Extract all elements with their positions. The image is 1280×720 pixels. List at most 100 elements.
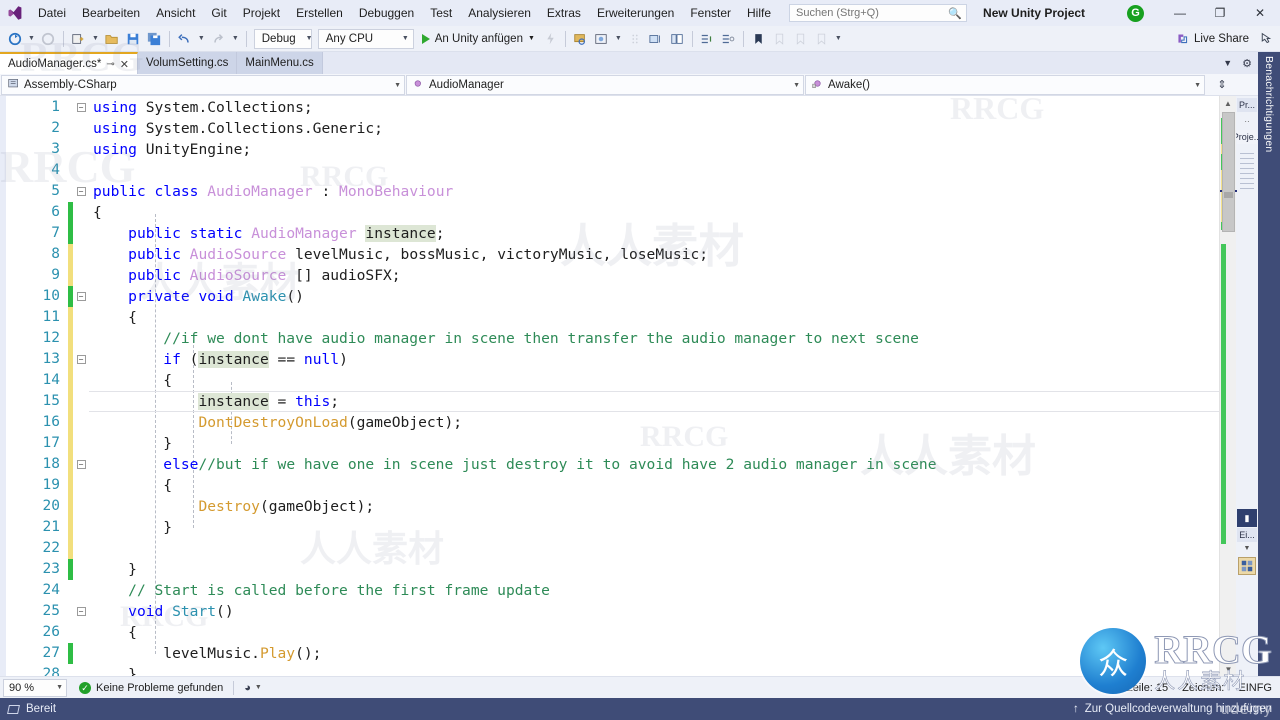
menu-ansicht[interactable]: Ansicht bbox=[148, 1, 203, 25]
menu-analysieren[interactable]: Analysieren bbox=[460, 1, 539, 25]
fold-cell[interactable]: − bbox=[73, 454, 89, 475]
fold-cell[interactable] bbox=[73, 622, 89, 643]
fold-cell[interactable] bbox=[73, 496, 89, 517]
code-line[interactable]: { bbox=[89, 202, 1219, 223]
search-input[interactable] bbox=[796, 5, 947, 21]
zoom-level-combo[interactable]: 90 % ▼ bbox=[3, 678, 67, 697]
code-line[interactable]: if (instance == null) bbox=[89, 349, 1219, 370]
code-line[interactable]: using UnityEngine; bbox=[89, 139, 1219, 160]
fold-cell[interactable] bbox=[73, 370, 89, 391]
fold-cell[interactable]: − bbox=[73, 97, 89, 118]
collapse-icon[interactable]: − bbox=[76, 292, 86, 301]
fold-cell[interactable] bbox=[73, 664, 89, 676]
pin-icon[interactable]: ⊸ bbox=[106, 59, 114, 70]
save-icon[interactable] bbox=[123, 28, 144, 50]
fold-cell[interactable] bbox=[73, 517, 89, 538]
menu-datei[interactable]: Datei bbox=[30, 1, 74, 25]
code-line[interactable]: } bbox=[89, 433, 1219, 454]
code-line[interactable]: public AudioSource [] audioSFX; bbox=[89, 265, 1219, 286]
code-line[interactable]: } bbox=[89, 664, 1219, 676]
fold-cell[interactable] bbox=[73, 559, 89, 580]
vertical-scrollbar[interactable]: ▲ ▼ bbox=[1219, 96, 1237, 676]
intellicode-icon[interactable]: ◕ bbox=[244, 682, 251, 694]
feedback-icon[interactable] bbox=[1255, 28, 1276, 50]
restore-button[interactable]: ❐ bbox=[1200, 0, 1240, 26]
code-line[interactable]: using System.Collections.Generic; bbox=[89, 118, 1219, 139]
code-line[interactable]: using System.Collections; bbox=[89, 97, 1219, 118]
code-line[interactable]: Destroy(gameObject); bbox=[89, 496, 1219, 517]
code-line[interactable]: void Start() bbox=[89, 601, 1219, 622]
save-all-icon[interactable] bbox=[144, 28, 165, 50]
code-line[interactable]: } bbox=[89, 559, 1219, 580]
code-line[interactable]: else//but if we have one in scene just d… bbox=[89, 454, 1219, 475]
fold-cell[interactable] bbox=[73, 391, 89, 412]
close-button[interactable]: ✕ bbox=[1240, 0, 1280, 26]
menu-debuggen[interactable]: Debuggen bbox=[351, 1, 422, 25]
tab-mainmenu[interactable]: MainMenu.cs bbox=[237, 52, 323, 74]
fold-cell[interactable] bbox=[73, 643, 89, 664]
code-line[interactable]: // Start is called before the first fram… bbox=[89, 580, 1219, 601]
screenshot-dropdown-icon[interactable]: ▼ bbox=[612, 35, 625, 42]
live-preview-icon[interactable] bbox=[570, 28, 591, 50]
scrollbar-thumb[interactable] bbox=[1222, 112, 1235, 232]
split-window-icon[interactable] bbox=[667, 28, 688, 50]
project-selector[interactable]: Assembly-CSharp ▼ bbox=[1, 75, 405, 95]
tab-list-dropdown-icon[interactable]: ▼ bbox=[1219, 58, 1236, 68]
fold-cell[interactable]: − bbox=[73, 601, 89, 622]
fold-cell[interactable] bbox=[73, 223, 89, 244]
fold-cell[interactable] bbox=[73, 580, 89, 601]
code-line[interactable]: { bbox=[89, 370, 1219, 391]
code-text-area[interactable]: using System.Collections; using System.Co… bbox=[89, 96, 1219, 676]
code-line[interactable] bbox=[89, 160, 1219, 181]
minimize-button[interactable]: — bbox=[1160, 0, 1200, 26]
code-line[interactable]: { bbox=[89, 475, 1219, 496]
scroll-down-arrow-icon[interactable]: ▼ bbox=[1220, 662, 1237, 676]
scroll-up-arrow-icon[interactable]: ▲ bbox=[1220, 96, 1236, 110]
menu-git[interactable]: Git bbox=[203, 1, 234, 25]
fold-cell[interactable] bbox=[73, 433, 89, 454]
new-project-dropdown-icon[interactable]: ▼ bbox=[89, 35, 102, 42]
menu-hilfe[interactable]: Hilfe bbox=[739, 1, 779, 25]
tab-volumsetting[interactable]: VolumSetting.cs bbox=[137, 52, 238, 74]
collapse-icon[interactable]: − bbox=[76, 607, 86, 616]
fold-cell[interactable]: − bbox=[73, 286, 89, 307]
navigate-backward-dropdown-icon[interactable]: ▼ bbox=[25, 35, 38, 42]
bookmark-icon[interactable] bbox=[748, 28, 769, 50]
solution-platform-combo[interactable]: Any CPU ▼ bbox=[317, 28, 414, 49]
menu-test[interactable]: Test bbox=[422, 1, 460, 25]
code-line[interactable]: public static AudioManager instance; bbox=[89, 223, 1219, 244]
fold-cell[interactable] bbox=[73, 160, 89, 181]
source-control-label[interactable]: Zur Quellcodeverwaltung hinzufügen bbox=[1085, 703, 1272, 715]
fold-cell[interactable] bbox=[73, 538, 89, 559]
fold-cell[interactable] bbox=[73, 202, 89, 223]
rail-indicator-icon[interactable]: ▮ bbox=[1237, 509, 1257, 527]
type-selector[interactable]: AudioManager ▼ bbox=[406, 75, 804, 95]
scrollbar-grip[interactable] bbox=[1224, 192, 1233, 198]
collapse-icon[interactable]: − bbox=[76, 460, 86, 469]
uncomment-selection-icon[interactable] bbox=[718, 28, 739, 50]
fold-cell[interactable] bbox=[73, 139, 89, 160]
code-line[interactable]: DontDestroyOnLoad(gameObject); bbox=[89, 412, 1219, 433]
collapse-icon[interactable]: − bbox=[76, 187, 86, 196]
fold-cell[interactable] bbox=[73, 118, 89, 139]
menu-erstellen[interactable]: Erstellen bbox=[288, 1, 351, 25]
code-line[interactable]: instance = this; bbox=[89, 391, 1219, 412]
code-line[interactable]: public AudioSource levelMusic, bossMusic… bbox=[89, 244, 1219, 265]
member-selector[interactable]: Awake() ▼ bbox=[805, 75, 1205, 95]
screenshot-icon[interactable] bbox=[591, 28, 612, 50]
new-window-icon[interactable] bbox=[646, 28, 667, 50]
menu-bearbeiten[interactable]: Bearbeiten bbox=[74, 1, 148, 25]
properties-tab-collapsed[interactable]: Pr... bbox=[1237, 98, 1257, 112]
fold-cell[interactable] bbox=[73, 412, 89, 433]
undo-dropdown-icon[interactable]: ▼ bbox=[195, 35, 208, 42]
menu-extras[interactable]: Extras bbox=[539, 1, 589, 25]
split-editor-button[interactable]: ⇕ bbox=[1205, 74, 1239, 95]
undo-icon[interactable] bbox=[174, 28, 195, 50]
open-file-icon[interactable] bbox=[102, 28, 123, 50]
live-share-button[interactable]: Live Share bbox=[1170, 28, 1255, 50]
gear-icon[interactable]: ⚙ bbox=[1238, 57, 1256, 70]
new-project-icon[interactable] bbox=[68, 28, 89, 50]
close-icon[interactable]: ✕ bbox=[120, 58, 129, 71]
fold-cell[interactable]: − bbox=[73, 349, 89, 370]
fold-cell[interactable] bbox=[73, 328, 89, 349]
